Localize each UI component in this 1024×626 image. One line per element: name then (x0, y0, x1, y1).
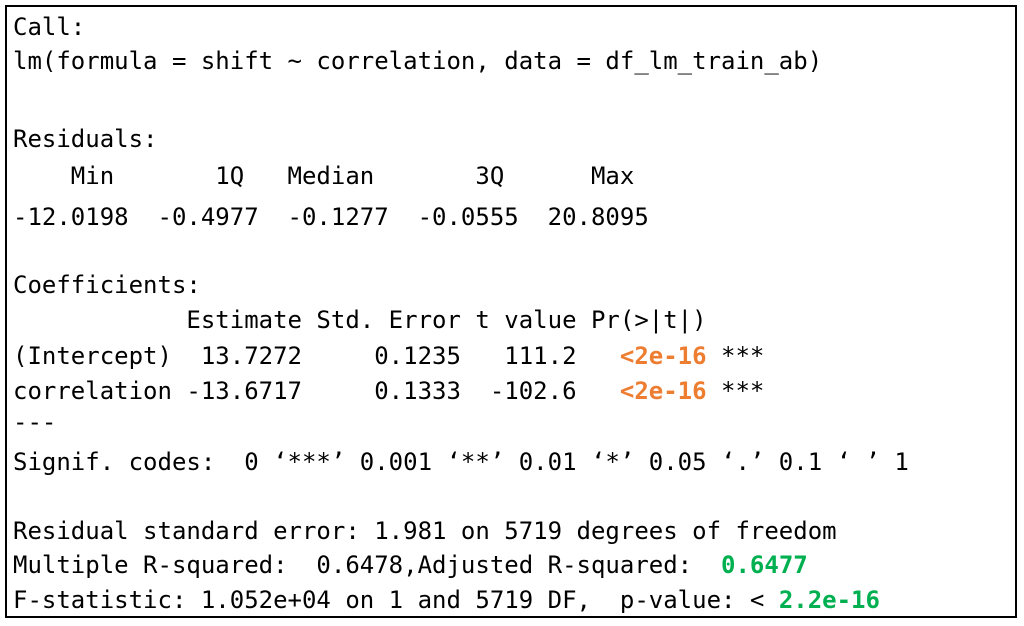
signif-codes: Signif. codes: 0 ‘***’ 0.001 ‘**’ 0.01 ‘… (13, 448, 909, 476)
coefficient-row-values: (Intercept) 13.7272 0.1235 111.2 (13, 342, 620, 370)
coefficient-p-value: <2e-16 (619, 342, 707, 370)
call-label: Call: (13, 13, 86, 41)
coefficients-separator: --- (13, 408, 57, 436)
residual-standard-error: Residual standard error: 1.981 on 5719 d… (13, 517, 837, 545)
coefficient-p-value: <2e-16 (619, 377, 707, 405)
coefficient-row-values: correlation -13.6717 0.1333 -102.6 (13, 377, 620, 405)
coefficients-header: Estimate Std. Error t value Pr(>|t|) (13, 306, 765, 334)
residuals-header: Min 1Q Median 3Q Max (13, 162, 649, 190)
r-squared-text: Multiple R-squared: 0.6478,Adjusted R-sq… (13, 551, 722, 579)
f-statistic-line: F-statistic: 1.052e+04 on 1 and 5719 DF,… (13, 583, 880, 616)
f-statistic-text: F-statistic: 1.052e+04 on 1 and 5719 DF,… (13, 586, 779, 614)
significance-stars: *** (706, 342, 765, 370)
significance-stars: *** (706, 377, 765, 405)
coefficients-label: Coefficients: (13, 271, 201, 299)
coefficient-row-correlation: correlation -13.6717 0.1333 -102.6 <2e-1… (13, 374, 764, 408)
residuals-values: -12.0198 -0.4977 -0.1277 -0.0555 20.8095 (13, 203, 664, 231)
r-lm-summary-output: Call: lm(formula = shift ~ correlation, … (5, 5, 1017, 618)
coefficient-row-intercept: (Intercept) 13.7272 0.1235 111.2 <2e-16 … (13, 339, 764, 373)
r-squared-line: Multiple R-squared: 0.6478,Adjusted R-sq… (13, 548, 808, 582)
call-formula: lm(formula = shift ~ correlation, data =… (13, 47, 823, 75)
overall-p-value: 2.2e-16 (778, 586, 880, 614)
adjusted-r-squared-value: 0.6477 (721, 551, 808, 579)
residuals-label: Residuals: (13, 125, 158, 153)
